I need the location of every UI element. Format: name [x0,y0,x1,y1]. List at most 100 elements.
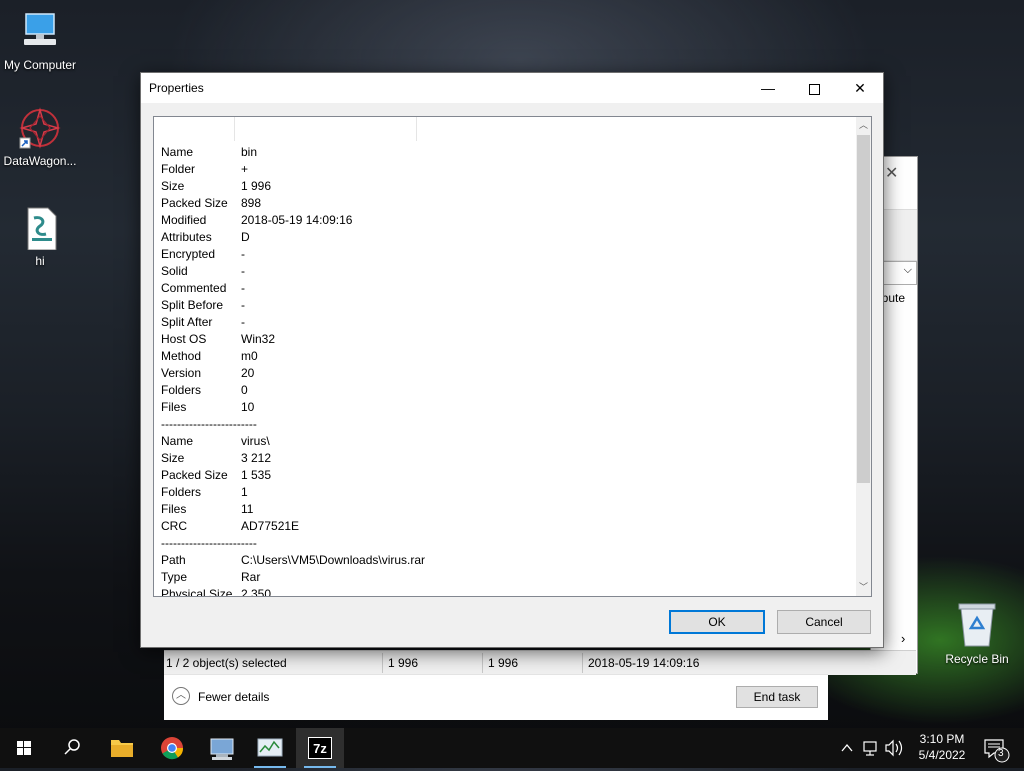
close-button[interactable]: ✕ [837,73,883,103]
desktop-icon-label: hi [35,254,45,268]
maximize-icon [808,83,820,95]
desktop-icon-hi[interactable]: hi [0,206,80,268]
property-row[interactable]: Host OS Win32 [161,330,851,347]
cancel-button[interactable]: Cancel [777,610,871,634]
system-tray [836,728,908,768]
property-row[interactable]: Files 11 [161,500,851,517]
property-key: CRC [161,519,187,533]
property-row[interactable]: Folders 0 [161,381,851,398]
chevron-right-icon[interactable]: › [901,631,905,646]
property-row[interactable]: Name bin [161,143,851,160]
status-bar: 1 / 2 object(s) selected 1 996 1 996 201… [164,650,916,675]
folder-icon [111,740,133,757]
status-packed-size: 1 996 [488,656,519,670]
search-button[interactable] [48,728,96,768]
taskbar-remote-desktop[interactable] [198,728,246,768]
computer-icon [18,10,62,54]
property-key: ------------------------ [161,536,257,550]
desktop-icon-my-computer[interactable]: My Computer [0,10,80,72]
property-key: Size [161,179,185,193]
volume-icon[interactable] [885,739,903,757]
property-row[interactable]: Modified 2018-05-19 14:09:16 [161,211,851,228]
property-row[interactable]: Packed Size 898 [161,194,851,211]
property-key: Attributes [161,230,212,244]
scroll-down-icon[interactable]: ﹀ [856,579,871,596]
property-value: - [241,247,245,261]
property-row[interactable]: Split Before - [161,296,851,313]
properties-list[interactable]: Name bin Folder + Size 1 996 Packed Size 898 Mod… [153,116,872,597]
property-row[interactable]: Physical Size 2 350 [161,585,851,597]
dialog-titlebar[interactable]: Properties — ✕ [141,73,883,103]
property-value: 2 350 [241,587,272,597]
property-row[interactable]: Name virus\ [161,432,851,449]
properties-rows: Name bin Folder + Size 1 996 Packed Size 898 Mod… [161,143,851,597]
property-row[interactable]: Attributes D [161,228,851,245]
ok-button[interactable]: OK [669,610,765,634]
scroll-up-icon[interactable]: ︿ [856,117,871,134]
property-key: Split After [161,315,213,329]
property-key: Physical Size [161,587,233,597]
minimize-button[interactable]: — [745,73,791,103]
property-row[interactable]: Folders 1 [161,483,851,500]
desktop-icon-datawagon[interactable]: DataWagon... [0,106,80,168]
script-file-icon [18,206,62,251]
property-row[interactable]: Folder + [161,160,851,177]
property-key: Folder [161,162,196,176]
property-value: D [241,230,250,244]
property-row[interactable]: Type Rar [161,568,851,585]
property-key: Folders [161,485,202,499]
property-value: - [241,264,245,278]
property-value: Win32 [241,332,276,346]
property-row[interactable]: Files 10 [161,398,851,415]
chevron-down-icon: ⌵ [903,264,912,276]
property-row[interactable]: CRC AD77521E [161,517,851,534]
property-value: + [241,162,249,176]
property-row[interactable]: Size 1 996 [161,177,851,194]
property-value: virus\ [241,434,270,448]
property-row[interactable]: Commented - [161,279,851,296]
property-row[interactable]: Packed Size 1 535 [161,466,851,483]
taskbar-file-explorer[interactable] [98,728,146,768]
property-row[interactable]: Solid - [161,262,851,279]
end-task-button[interactable]: End task [736,686,818,708]
vertical-scrollbar[interactable]: ︿ ﹀ [856,117,871,596]
chevron-up-icon[interactable] [841,743,853,752]
property-value: 20 [241,366,255,380]
selection-status: 1 / 2 object(s) selected [166,656,287,670]
property-row[interactable]: Path C:\Users\VM5\Downloads\virus.rar [161,551,851,568]
property-value: Rar [241,570,261,584]
list-header [154,117,856,141]
property-key: Path [161,553,186,567]
chevron-up-icon[interactable]: ︿ [172,687,190,705]
property-row[interactable]: Method m0 [161,347,851,364]
svg-text:7z: 7z [313,741,327,756]
scrollbar-thumb[interactable] [857,135,870,483]
desktop-icon-recycle-bin[interactable]: Recycle Bin [940,600,1014,666]
maximize-button[interactable] [791,73,837,103]
network-icon[interactable] [863,741,877,756]
property-row[interactable]: Encrypted - [161,245,851,262]
property-key: Commented [161,281,227,295]
taskbar-chrome[interactable] [148,728,196,768]
property-row[interactable]: Size 3 212 [161,449,851,466]
taskbar: 7z 3:10 PM 5/4/2022 3 [0,728,1024,768]
taskbar-7zip[interactable]: 7z [296,728,344,768]
start-button[interactable] [0,728,48,768]
close-icon[interactable]: ✕ [885,163,898,183]
property-value: 10 [241,400,255,414]
property-value: AD77521E [241,519,300,533]
property-row[interactable]: Split After - [161,313,851,330]
notification-icon [984,739,1010,763]
property-row[interactable]: Version 20 [161,364,851,381]
taskbar-task-manager[interactable] [246,728,294,768]
clock[interactable]: 3:10 PM 5/4/2022 [910,731,974,763]
property-row[interactable]: ------------------------ [161,415,851,432]
property-key: Version [161,366,202,380]
clock-time: 3:10 PM [919,732,965,746]
notification-center-button[interactable]: 3 [976,728,1016,768]
property-row[interactable]: ------------------------ [161,534,851,551]
property-key: Name [161,145,194,159]
chrome-icon [161,737,184,760]
fewer-details-link[interactable]: Fewer details [198,690,269,704]
property-key: ------------------------ [161,417,257,431]
